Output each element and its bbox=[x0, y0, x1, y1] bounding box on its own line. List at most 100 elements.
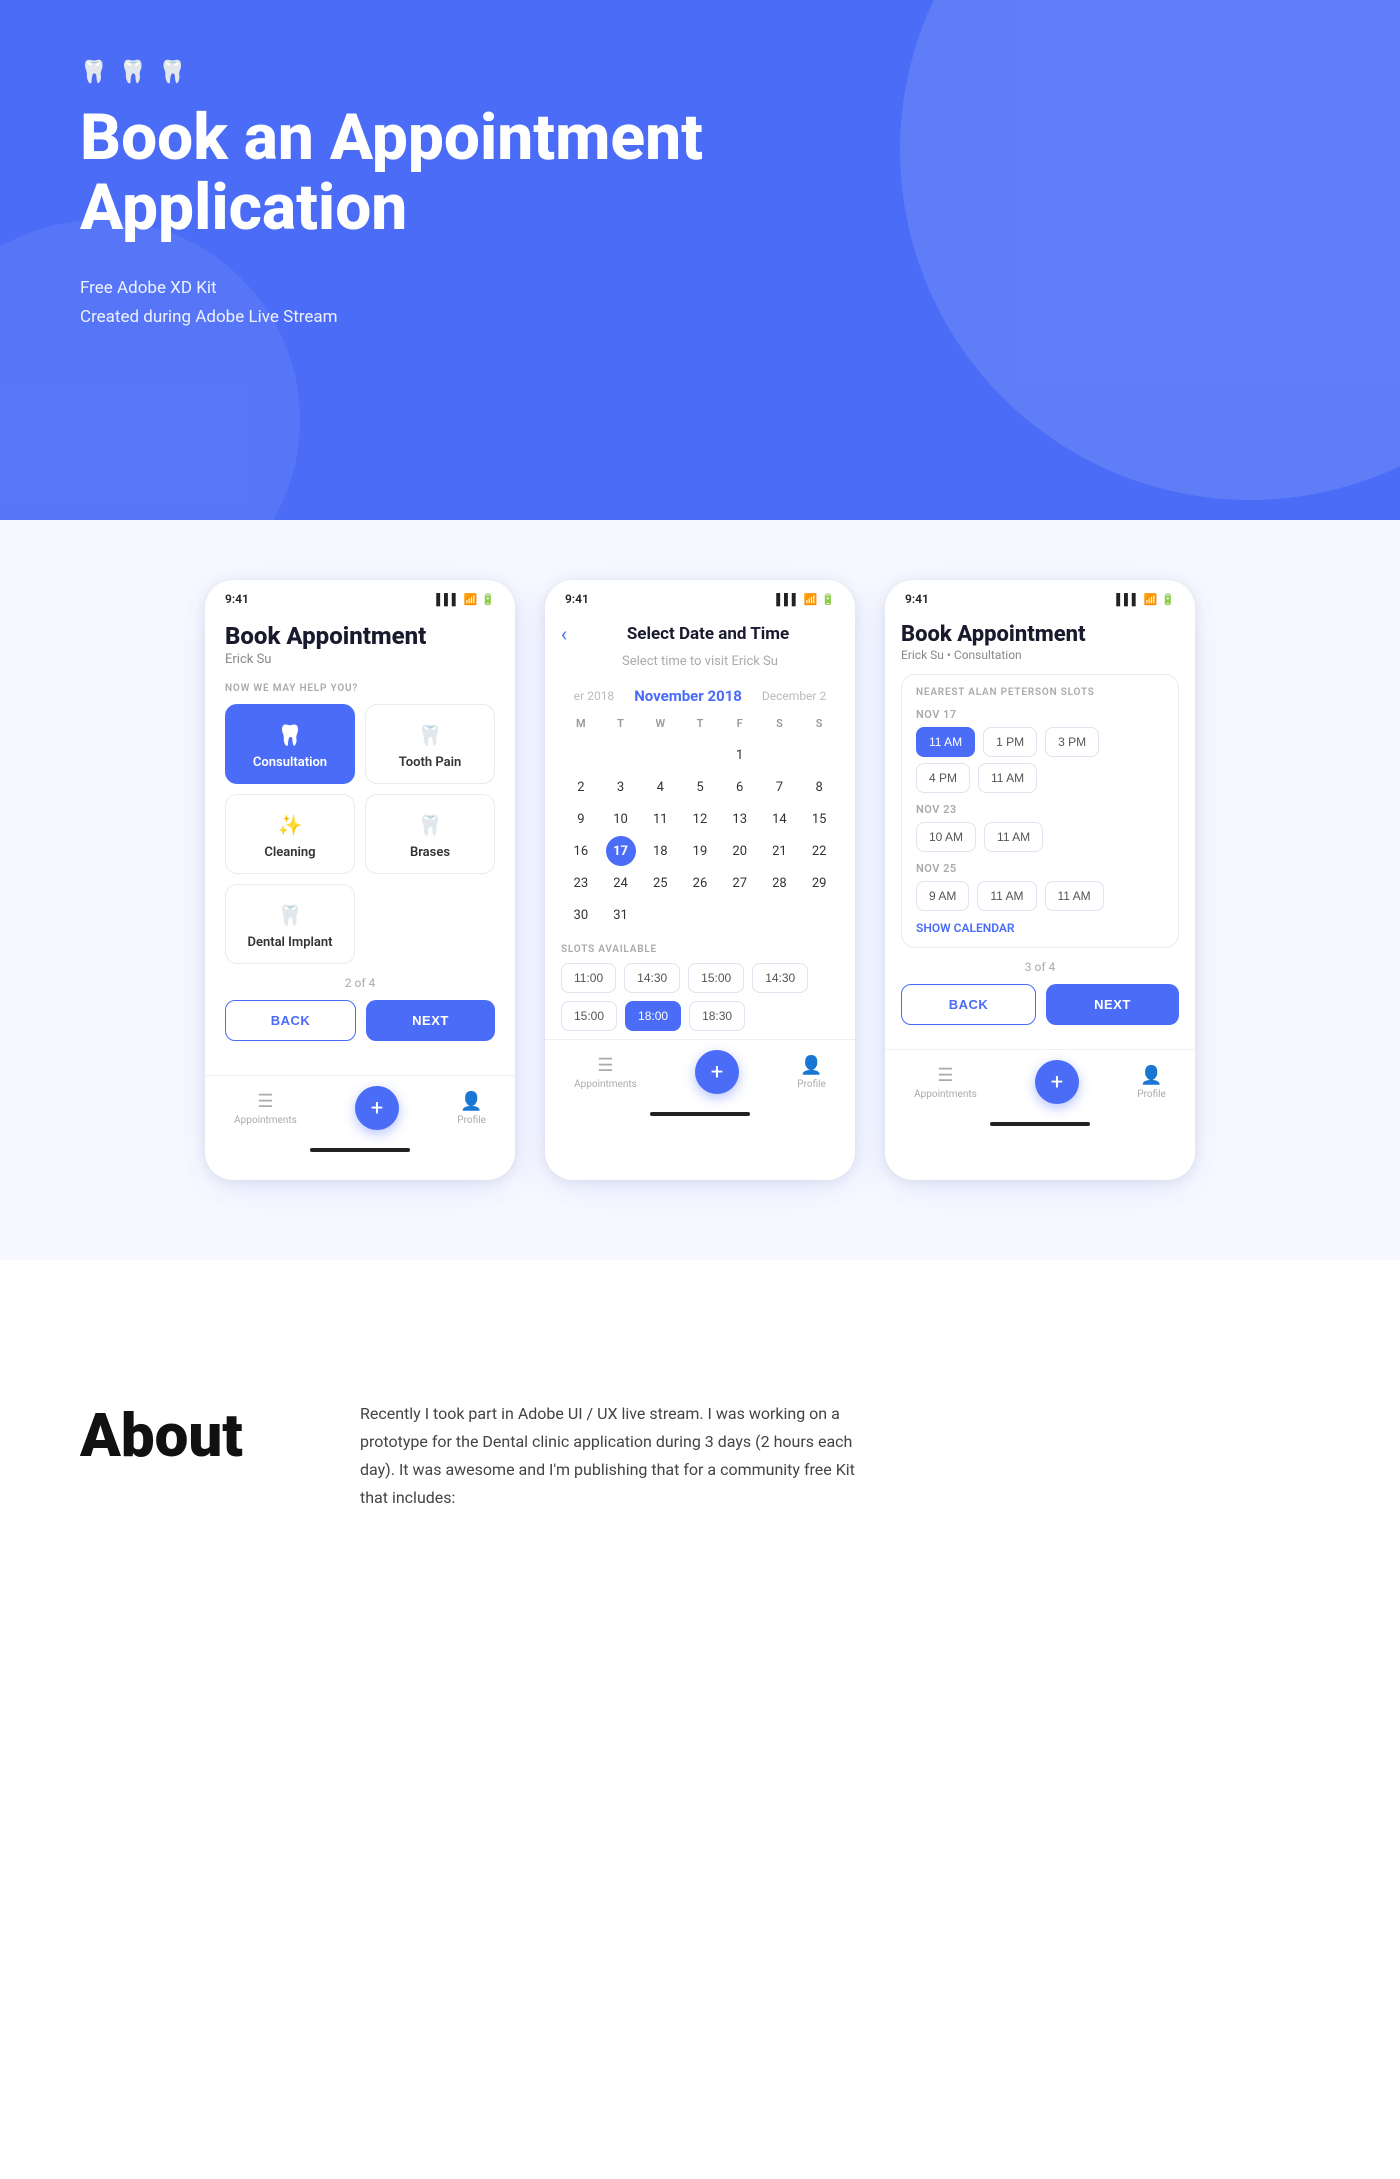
cal-cell-6[interactable]: 6 bbox=[725, 772, 755, 802]
slot-nov23-10am[interactable]: 10 AM bbox=[916, 822, 976, 852]
slot-nov17-11am[interactable]: 11 AM bbox=[916, 727, 975, 757]
nav-fab-2[interactable]: + bbox=[695, 1050, 739, 1094]
service-brases[interactable]: 🦷 Brases bbox=[365, 794, 495, 874]
screen1-next-button[interactable]: NEXT bbox=[366, 1000, 495, 1041]
battery-icon: 🔋 bbox=[481, 593, 495, 606]
cal-cell-1[interactable]: 1 bbox=[725, 740, 755, 770]
service-dental-implant[interactable]: 🦷 Dental Implant bbox=[225, 884, 355, 964]
slot-1430a[interactable]: 14:30 bbox=[624, 963, 680, 993]
profile-label-3: Profile bbox=[1137, 1089, 1166, 1100]
cal-cell-9[interactable]: 9 bbox=[566, 804, 596, 834]
cal-row-2: 2 3 4 5 6 7 8 bbox=[561, 772, 839, 802]
slots-nov23: 10 AM 11 AM bbox=[916, 822, 1164, 852]
cal-cell-2[interactable]: 2 bbox=[566, 772, 596, 802]
cal-cell-4[interactable]: 4 bbox=[645, 772, 675, 802]
slot-1800[interactable]: 18:00 bbox=[625, 1001, 681, 1031]
slot-nov17-11am-2[interactable]: 11 AM bbox=[978, 763, 1037, 793]
signal-icon: ▌▌▌ bbox=[436, 593, 459, 606]
appointments-label-3: Appointments bbox=[914, 1089, 977, 1100]
cal-cell-22[interactable]: 22 bbox=[804, 836, 834, 866]
cal-cell-23[interactable]: 23 bbox=[566, 868, 596, 898]
wifi-icon-2: 📶 bbox=[804, 593, 818, 606]
signal-icon-3: ▌▌▌ bbox=[1116, 593, 1139, 606]
cal-cell-30[interactable]: 30 bbox=[566, 900, 596, 930]
cal-cell-13[interactable]: 13 bbox=[725, 804, 755, 834]
cal-cell-18[interactable]: 18 bbox=[645, 836, 675, 866]
cal-cell-26[interactable]: 26 bbox=[685, 868, 715, 898]
slot-nov25-11am-2[interactable]: 11 AM bbox=[1045, 881, 1104, 911]
date-nov23: NOV 23 bbox=[916, 803, 1164, 816]
screen1-back-button[interactable]: BACK bbox=[225, 1000, 356, 1041]
date-section-nov17: NOV 17 11 AM 1 PM 3 PM 4 PM 11 AM bbox=[916, 708, 1164, 793]
slot-nov25-9am[interactable]: 9 AM bbox=[916, 881, 969, 911]
cal-cell-16[interactable]: 16 bbox=[566, 836, 596, 866]
cal-cell-7[interactable]: 7 bbox=[764, 772, 794, 802]
screen2-title: Select Date and Time bbox=[577, 624, 839, 644]
cal-cell-24[interactable]: 24 bbox=[606, 868, 636, 898]
cal-row-4: 16 17 18 19 20 21 22 bbox=[561, 836, 839, 866]
slot-1830[interactable]: 18:30 bbox=[689, 1001, 745, 1031]
status-icons-3: ▌▌▌ 📶 🔋 bbox=[1116, 593, 1175, 606]
slot-1500a[interactable]: 15:00 bbox=[688, 963, 744, 993]
cal-cell-19[interactable]: 19 bbox=[685, 836, 715, 866]
home-indicator-2 bbox=[650, 1112, 750, 1116]
date-section-nov25: NOV 25 9 AM 11 AM 11 AM bbox=[916, 862, 1164, 911]
nav-appointments-2[interactable]: ☰ Appointments bbox=[574, 1055, 637, 1090]
profile-icon-1: 👤 bbox=[460, 1091, 482, 1112]
spacer bbox=[0, 1260, 1400, 1320]
service-consultation[interactable]: 🦷 Consultation bbox=[225, 704, 355, 784]
cal-cell-27[interactable]: 27 bbox=[725, 868, 755, 898]
slot-nov23-11am[interactable]: 11 AM bbox=[984, 822, 1043, 852]
nav-appointments-3[interactable]: ☰ Appointments bbox=[914, 1065, 977, 1100]
nav-profile-2[interactable]: 👤 Profile bbox=[797, 1055, 826, 1090]
cal-cell-empty-8 bbox=[685, 900, 715, 930]
cal-cell-11[interactable]: 11 bbox=[645, 804, 675, 834]
cal-cell-12[interactable]: 12 bbox=[685, 804, 715, 834]
tooth-pain-label: Tooth Pain bbox=[399, 755, 461, 770]
nav-profile-3[interactable]: 👤 Profile bbox=[1137, 1065, 1166, 1100]
tooth-icon-1: 🦷 bbox=[80, 60, 107, 85]
battery-icon-3: 🔋 bbox=[1161, 593, 1175, 606]
cal-cell-25[interactable]: 25 bbox=[645, 868, 675, 898]
cal-cell-17-today[interactable]: 17 bbox=[606, 836, 636, 866]
cal-cell-29[interactable]: 29 bbox=[804, 868, 834, 898]
show-calendar-link[interactable]: SHOW CALENDAR bbox=[916, 921, 1164, 935]
cal-cell-21[interactable]: 21 bbox=[764, 836, 794, 866]
service-tooth-pain[interactable]: 🦷 Tooth Pain bbox=[365, 704, 495, 784]
slots-nov25: 9 AM 11 AM 11 AM bbox=[916, 881, 1164, 911]
screen1-progress: 2 of 4 bbox=[225, 976, 495, 990]
cal-cell-empty-5 bbox=[764, 740, 794, 770]
nav-profile-1[interactable]: 👤 Profile bbox=[457, 1091, 486, 1126]
cal-cell-20[interactable]: 20 bbox=[725, 836, 755, 866]
nav-appointments-1[interactable]: ☰ Appointments bbox=[234, 1091, 297, 1126]
cal-cell-15[interactable]: 15 bbox=[804, 804, 834, 834]
cal-cell-3[interactable]: 3 bbox=[606, 772, 636, 802]
slot-nov17-4pm[interactable]: 4 PM bbox=[916, 763, 970, 793]
slot-1430b[interactable]: 14:30 bbox=[752, 963, 808, 993]
slot-nov17-1pm[interactable]: 1 PM bbox=[983, 727, 1037, 757]
slot-nov25-11am-1[interactable]: 11 AM bbox=[977, 881, 1036, 911]
service-cleaning[interactable]: ✨ Cleaning bbox=[225, 794, 355, 874]
cal-cell-5[interactable]: 5 bbox=[685, 772, 715, 802]
cal-cell-31[interactable]: 31 bbox=[606, 900, 636, 930]
consultation-icon: 🦷 bbox=[278, 723, 303, 747]
cal-cell-empty-6 bbox=[804, 740, 834, 770]
slot-1100[interactable]: 11:00 bbox=[561, 963, 616, 993]
home-indicator-1 bbox=[310, 1148, 410, 1152]
cal-cell-28[interactable]: 28 bbox=[764, 868, 794, 898]
cal-cell-empty-9 bbox=[725, 900, 755, 930]
cal-cell-14[interactable]: 14 bbox=[764, 804, 794, 834]
hero-decoration-circle2 bbox=[0, 220, 300, 520]
cal-cell-8[interactable]: 8 bbox=[804, 772, 834, 802]
cal-cell-10[interactable]: 10 bbox=[606, 804, 636, 834]
slot-nov17-3pm[interactable]: 3 PM bbox=[1045, 727, 1099, 757]
nav-fab-1[interactable]: + bbox=[355, 1086, 399, 1130]
nav-fab-3[interactable]: + bbox=[1035, 1060, 1079, 1104]
slots-nov17-row2: 4 PM 11 AM bbox=[916, 763, 1164, 793]
screen3-next-button[interactable]: NEXT bbox=[1046, 984, 1179, 1025]
calendar-header-row: M T W T F S S bbox=[561, 713, 839, 734]
day-header-T2: T bbox=[680, 713, 720, 734]
slot-1500b[interactable]: 15:00 bbox=[561, 1001, 617, 1031]
back-arrow-icon[interactable]: ‹ bbox=[561, 622, 567, 646]
screen3-back-button[interactable]: BACK bbox=[901, 984, 1036, 1025]
